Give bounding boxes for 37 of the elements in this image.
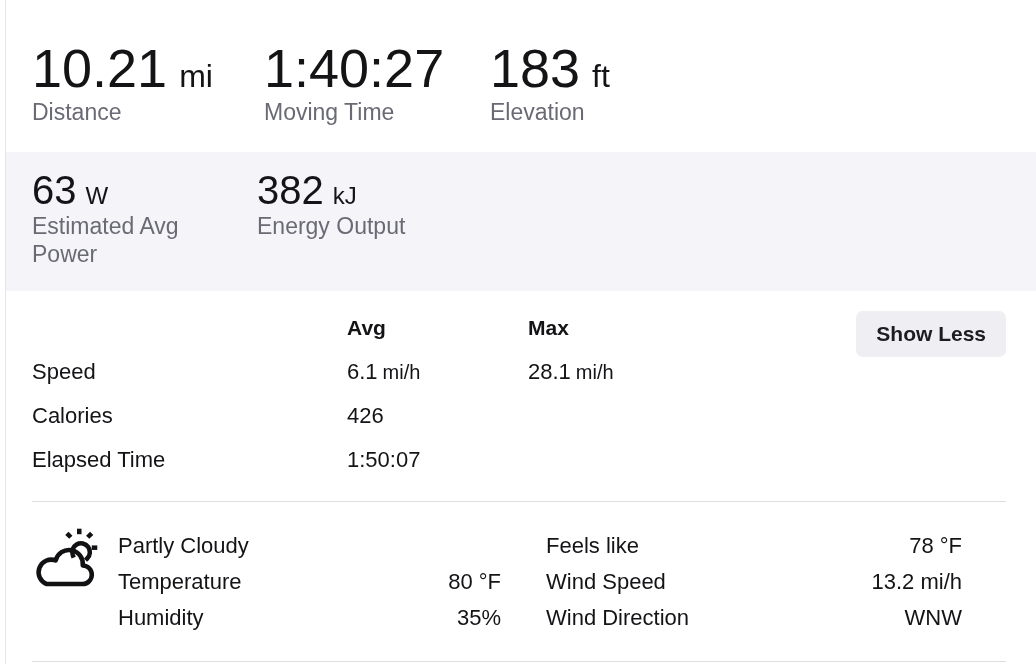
stat-label: Distance	[32, 98, 122, 126]
stat-unit: kJ	[332, 182, 357, 210]
column-header: Max	[528, 316, 569, 339]
weather-condition: Partly Cloudy	[118, 532, 249, 560]
stat-unit: mi	[179, 58, 213, 95]
stat-label: Moving Time	[264, 98, 395, 126]
cell-value: 28.1	[528, 358, 571, 386]
stat-unit: W	[85, 182, 109, 210]
stat-value: 183	[490, 38, 581, 98]
cell-unit: mi/h	[575, 360, 614, 385]
weather-value: WNW	[904, 604, 962, 632]
stat-unit: ft	[592, 58, 610, 95]
row-label: Speed	[32, 359, 96, 384]
weather-value: 35%	[456, 604, 501, 632]
stat-label: Energy Output	[257, 212, 406, 240]
cell-value: 6.1	[347, 358, 378, 386]
weather-value: 78 °F	[909, 532, 962, 560]
cell-value: 1:50:07	[347, 446, 421, 474]
show-less-button[interactable]: Show Less	[856, 311, 1006, 357]
weather-label: Feels like	[546, 532, 639, 560]
row-label: Calories	[32, 403, 113, 428]
stat-value: 382	[257, 168, 324, 212]
weather-value: 13.2 mi/h	[871, 568, 962, 596]
weather-value: 80 °F	[448, 568, 501, 596]
weather-label: Humidity	[118, 604, 204, 632]
column-header: Avg	[347, 316, 386, 339]
stat-value: 1:40:27	[264, 38, 445, 98]
stat-value: 63	[32, 168, 77, 212]
stat-value: 10.21	[32, 38, 168, 98]
weather-label: Temperature	[118, 568, 242, 596]
weather-label: Wind Speed	[546, 568, 666, 596]
row-label: Elapsed Time	[32, 447, 166, 472]
stat-label: Elevation	[490, 98, 585, 126]
weather-label: Wind Direction	[546, 604, 690, 632]
cell-value: 426	[347, 402, 384, 430]
cell-unit: mi/h	[382, 360, 421, 385]
stat-label: Estimated Avg Power	[32, 212, 180, 268]
